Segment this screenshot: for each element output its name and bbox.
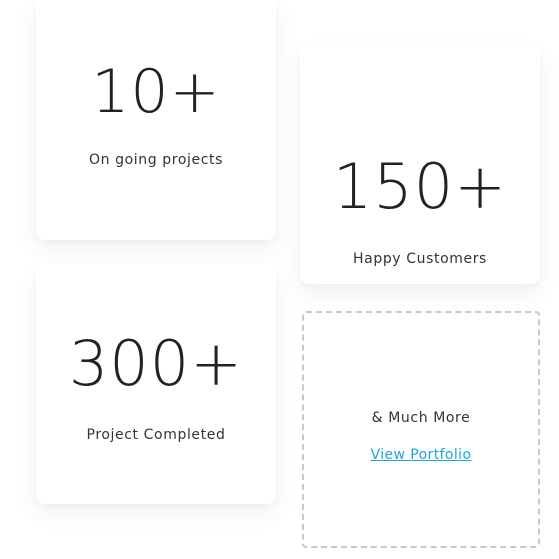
stat-value: 10+ [91,57,221,127]
view-portfolio-link[interactable]: View Portfolio [371,447,472,463]
stat-label: Project Completed [86,427,226,443]
stat-card-happy-customers: 150+ Happy Customers [300,44,540,284]
much-more-text: & Much More [371,410,471,426]
stats-section: 10+ On going projects 150+ Happy Custome… [0,0,559,559]
stat-label: On going projects [89,152,223,168]
stat-label: Happy Customers [353,251,487,267]
stat-value: 150+ [332,150,508,223]
view-portfolio-wrapper: View Portfolio [304,447,538,463]
stat-value: 300+ [68,327,244,400]
more-card: & Much More View Portfolio [302,311,540,548]
stat-card-ongoing-projects: 10+ On going projects [36,0,276,240]
stat-card-projects-completed: 300+ Project Completed [36,264,276,504]
